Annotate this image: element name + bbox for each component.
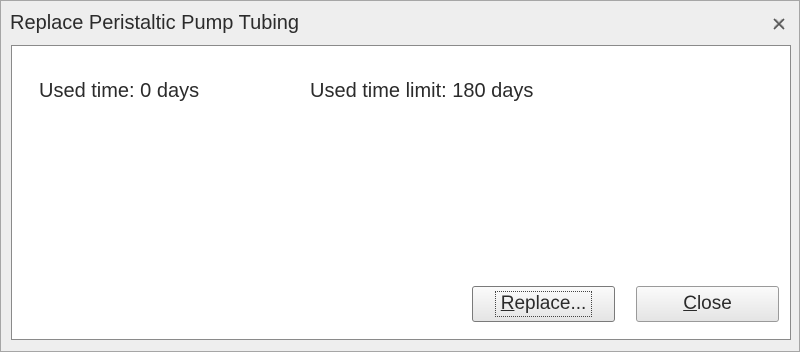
replace-button-label: Replace... xyxy=(494,291,593,317)
dialog-title: Replace Peristaltic Pump Tubing xyxy=(10,12,300,34)
used-time-label: Used time: 0 days xyxy=(39,80,200,102)
replace-button[interactable]: Replace... xyxy=(472,286,615,322)
close-label-rest: lose xyxy=(696,293,732,314)
used-time-limit-label: Used time limit: 180 days xyxy=(310,80,534,102)
close-button-label: Close xyxy=(683,293,732,315)
replace-mnemonic: R xyxy=(500,293,515,314)
close-mnemonic: C xyxy=(683,293,697,314)
dialog-titlebar[interactable]: Replace Peristaltic Pump Tubing xyxy=(1,1,799,45)
dialog-content: Used time: 0 days Used time limit: 180 d… xyxy=(11,45,791,340)
close-icon[interactable] xyxy=(771,16,787,32)
replace-label-rest: eplace... xyxy=(514,293,587,314)
replace-tubing-dialog: Replace Peristaltic Pump Tubing Used tim… xyxy=(0,0,800,352)
close-button[interactable]: Close xyxy=(636,286,779,322)
